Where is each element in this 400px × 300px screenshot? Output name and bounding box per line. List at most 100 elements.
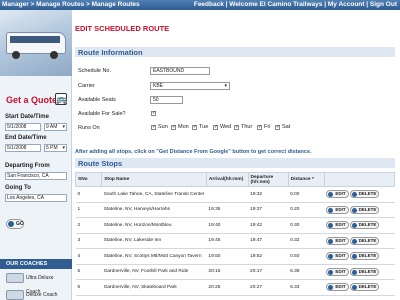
start-date-input[interactable]: 5/1/2008 xyxy=(5,123,41,131)
arrow-icon xyxy=(351,269,357,275)
stop-sno-cell: 0 xyxy=(75,186,102,203)
stop-name-cell: South Lake Tahoe, CA, Stateline Transit … xyxy=(101,186,207,203)
delete-button[interactable]: DELETE xyxy=(349,283,380,292)
link-separator: | xyxy=(324,1,327,8)
available-seats-input[interactable]: 50 xyxy=(150,96,183,104)
delete-button-label: DELETE xyxy=(358,237,377,243)
delete-button-label: DELETE xyxy=(358,268,377,274)
page-title: EDIT SCHEDULED ROUTE xyxy=(75,24,170,33)
arrow-icon xyxy=(351,207,357,213)
delete-button[interactable]: DELETE xyxy=(349,190,380,199)
sidebar: Get a Quote 🚌 Start Date/Time 5/1/2008 9… xyxy=(0,10,72,300)
day-checkbox-tue[interactable] xyxy=(192,124,197,130)
delete-button-label: DELETE xyxy=(358,253,377,259)
coach-thumbnail xyxy=(6,290,24,300)
going-to-input[interactable]: Los Angeles, CA xyxy=(5,194,67,202)
day-checkbox-fri[interactable] xyxy=(257,124,262,130)
header-links: Feedback | Welcome El Camino Trailways |… xyxy=(194,1,397,9)
available-seats-label: Available Seats xyxy=(78,97,116,103)
arrow-icon xyxy=(351,192,357,198)
departing-from-input[interactable]: San Francisco, CA xyxy=(5,172,67,180)
coach-item-deluxe[interactable]: Deluxe Coach xyxy=(6,288,68,300)
edit-button[interactable]: EDIT xyxy=(326,267,349,276)
day-checkbox-mon[interactable] xyxy=(171,124,176,130)
go-button[interactable]: GO xyxy=(6,219,24,229)
delete-button[interactable]: DELETE xyxy=(349,236,380,245)
column-header-distance[interactable]: Distance * xyxy=(287,172,325,187)
edit-button-label: EDIT xyxy=(335,253,346,259)
distance-instruction-note: After adding all stops, click on "Get Di… xyxy=(75,149,312,155)
edit-button[interactable]: EDIT xyxy=(326,236,349,245)
arrow-icon xyxy=(351,254,357,260)
edit-button[interactable]: EDIT xyxy=(326,205,349,214)
stop-name-cell: Stateline, NV, Lakeside Inn xyxy=(101,233,207,249)
breadcrumb-separator: > xyxy=(86,1,90,8)
edit-button[interactable]: EDIT xyxy=(326,190,349,199)
delete-button[interactable]: DELETE xyxy=(349,221,380,230)
sign-out-link[interactable]: Sign Out xyxy=(370,1,397,8)
edit-button-label: EDIT xyxy=(335,206,346,212)
end-time-select[interactable]: 5 PM xyxy=(44,144,67,152)
stop-departure-cell: 20:27 xyxy=(248,279,289,296)
feedback-link[interactable]: Feedback xyxy=(194,1,224,8)
stop-name-cell: Stateline, NV, Horizon/Montbleu xyxy=(101,217,207,234)
day-checkbox-thur[interactable] xyxy=(234,124,239,130)
edit-button-label: EDIT xyxy=(335,284,346,290)
stop-distance-cell: 6.33 xyxy=(288,279,325,296)
delete-button[interactable]: DELETE xyxy=(349,252,380,261)
table-row: 1 Stateline, NV, Harveys/Harrahs 19:35 19:3… xyxy=(75,202,395,218)
breadcrumb-current: Manage Routes xyxy=(91,1,140,8)
column-header-arrival: Arrival(hh:mm) xyxy=(205,172,249,187)
get-a-quote-title: Get a Quote xyxy=(6,95,58,105)
stop-departure-cell: 19:47 xyxy=(248,233,289,249)
end-datetime-label: End Date/Time xyxy=(5,135,47,141)
arrow-icon xyxy=(328,192,334,198)
day-label-sun: Sun xyxy=(158,124,168,130)
edit-button-label: EDIT xyxy=(335,237,346,243)
end-date-input[interactable]: 5/1/2008 xyxy=(5,144,41,152)
delete-button[interactable]: DELETE xyxy=(349,267,380,276)
stop-sno-cell: 3 xyxy=(75,233,102,249)
edit-button[interactable]: EDIT xyxy=(326,283,349,292)
stop-arrival-cell: 20:25 xyxy=(206,279,249,296)
start-datetime-label: Start Date/Time xyxy=(5,114,49,120)
main-content: EDIT SCHEDULED ROUTE Route Information S… xyxy=(74,10,400,300)
arrow-icon xyxy=(8,221,14,227)
arrow-icon xyxy=(351,223,357,229)
coach-label: Deluxe Coach xyxy=(26,292,58,298)
welcome-text: Welcome El Camino Trailways xyxy=(229,1,323,8)
edit-button[interactable]: EDIT xyxy=(326,252,349,261)
stop-departure-cell: 19:32 xyxy=(248,186,289,203)
bus-icon: 🚌 xyxy=(55,93,68,105)
stop-actions-cell: EDIT DELETE xyxy=(324,233,395,249)
stop-distance-cell: 6.39 xyxy=(288,264,325,280)
bus-wheel-graphic xyxy=(50,51,58,59)
day-checkbox-sat[interactable] xyxy=(275,124,280,130)
top-navigation-bar: Manager > Manage Routes > Manage Routes … xyxy=(0,0,400,10)
day-label-tue: Tue xyxy=(199,124,209,130)
schedule-no-input[interactable]: EASTBOUND xyxy=(150,67,210,75)
stop-arrival-cell xyxy=(206,186,249,203)
runs-on-label: Runs On xyxy=(78,125,100,131)
arrow-icon xyxy=(328,223,334,229)
delete-button-label: DELETE xyxy=(358,222,377,228)
day-checkbox-sun[interactable] xyxy=(151,124,156,130)
coach-thumbnail xyxy=(6,273,24,283)
delete-button-label: DELETE xyxy=(358,284,377,290)
link-separator: | xyxy=(225,1,228,8)
breadcrumb-manage-routes[interactable]: Manage Routes xyxy=(36,1,84,8)
day-checkbox-wed[interactable] xyxy=(213,124,218,130)
my-account-link[interactable]: My Account xyxy=(328,1,365,8)
stop-arrival-cell: 19:50 xyxy=(206,248,249,265)
coach-item-ultra-deluxe[interactable]: Ultra Deluxe Coach xyxy=(6,271,68,295)
delete-button[interactable]: DELETE xyxy=(349,205,380,214)
table-row: 2 Stateline, NV, Horizon/Montbleu 19:40 19:… xyxy=(75,217,395,234)
day-label-wed: Wed xyxy=(220,124,232,130)
carrier-select[interactable]: KBE xyxy=(150,82,230,90)
edit-button[interactable]: EDIT xyxy=(326,221,349,230)
available-for-sale-checkbox[interactable] xyxy=(151,110,156,116)
start-time-select[interactable]: 9 AM xyxy=(44,123,67,131)
stop-actions-cell: EDIT DELETE xyxy=(324,279,395,296)
edit-button-label: EDIT xyxy=(335,268,346,274)
breadcrumb-manager[interactable]: Manager xyxy=(2,1,29,8)
